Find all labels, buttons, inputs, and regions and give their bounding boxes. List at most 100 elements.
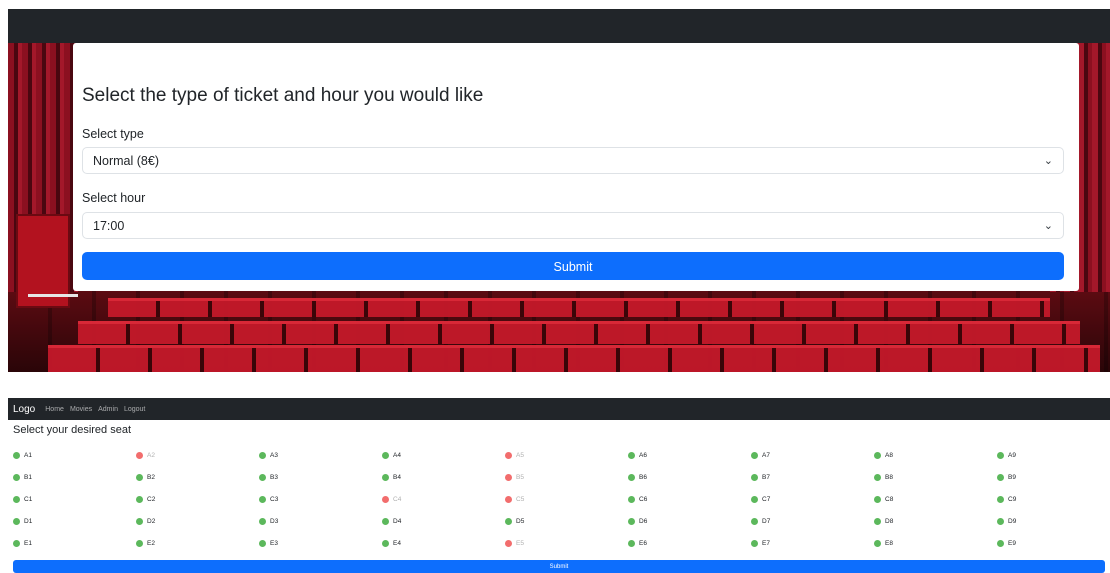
seat-status-dot-icon <box>751 473 758 481</box>
seat-status-dot-icon <box>259 539 266 547</box>
seat-c2[interactable]: C2 <box>136 493 155 505</box>
seat-c7[interactable]: C7 <box>751 493 770 505</box>
seat-label: B1 <box>24 473 32 481</box>
cinema-seat-row <box>48 345 1100 372</box>
seat-label: D7 <box>762 517 771 525</box>
seat-label: B5 <box>516 473 524 481</box>
seat-e3[interactable]: E3 <box>259 537 278 549</box>
seat-label: E2 <box>147 539 155 547</box>
chevron-down-icon: ⌄ <box>1043 220 1053 232</box>
seat-status-dot-icon <box>13 473 20 481</box>
chevron-down-icon: ⌄ <box>1043 155 1053 167</box>
seat-d3[interactable]: D3 <box>259 515 278 527</box>
seat-a4[interactable]: A4 <box>382 449 401 461</box>
seat-c8[interactable]: C8 <box>874 493 893 505</box>
seat-a3[interactable]: A3 <box>259 449 278 461</box>
seat-b8[interactable]: B8 <box>874 471 893 483</box>
nav-link-movies[interactable]: Movies <box>70 406 92 413</box>
seat-status-dot-icon <box>505 473 512 481</box>
seat-d8[interactable]: D8 <box>874 515 893 527</box>
seat-status-dot-icon <box>505 495 512 503</box>
seat-c6[interactable]: C6 <box>628 493 647 505</box>
seat-label: A7 <box>762 451 770 459</box>
seat-status-dot-icon <box>259 517 266 525</box>
seat-b6[interactable]: B6 <box>628 471 647 483</box>
seat-selection-title: Select your desired seat <box>13 424 132 436</box>
seat-e6[interactable]: E6 <box>628 537 647 549</box>
seat-b3[interactable]: B3 <box>259 471 278 483</box>
nav-link-logout[interactable]: Logout <box>124 406 145 413</box>
nav-link-home[interactable]: Home <box>45 406 64 413</box>
seat-label: A3 <box>270 451 278 459</box>
ticket-type-select[interactable]: Normal (8€) ⌄ <box>82 147 1064 174</box>
seat-label: E4 <box>393 539 401 547</box>
seat-e2[interactable]: E2 <box>136 537 155 549</box>
seat-label: A5 <box>516 451 524 459</box>
seat-a6[interactable]: A6 <box>628 449 647 461</box>
seat-c1[interactable]: C1 <box>13 493 32 505</box>
seat-e8[interactable]: E8 <box>874 537 893 549</box>
hour-select[interactable]: 17:00 ⌄ <box>82 212 1064 239</box>
seat-b1[interactable]: B1 <box>13 471 32 483</box>
seat-d7[interactable]: D7 <box>751 515 770 527</box>
seat-label: C3 <box>270 495 279 503</box>
seat-label: D2 <box>147 517 156 525</box>
seat-label: C7 <box>762 495 771 503</box>
seat-label: B4 <box>393 473 401 481</box>
seat-d5[interactable]: D5 <box>505 515 524 527</box>
seat-status-dot-icon <box>628 495 635 503</box>
seat-status-dot-icon <box>997 517 1004 525</box>
seat-e1[interactable]: E1 <box>13 537 32 549</box>
seat-status-dot-icon <box>628 473 635 481</box>
hour-value: 17:00 <box>93 219 125 233</box>
seat-d4[interactable]: D4 <box>382 515 401 527</box>
nav-link-admin[interactable]: Admin <box>98 406 118 413</box>
seat-d2[interactable]: D2 <box>136 515 155 527</box>
seat-label: B6 <box>639 473 647 481</box>
seat-e5: E5 <box>505 537 524 549</box>
seat-label: D3 <box>270 517 279 525</box>
seat-label: B2 <box>147 473 155 481</box>
ticket-submit-button[interactable]: Submit <box>82 252 1064 280</box>
seat-b7[interactable]: B7 <box>751 471 770 483</box>
seat-status-dot-icon <box>628 517 635 525</box>
seat-label: B9 <box>1008 473 1016 481</box>
seat-row: D1 D2 D3 D4 D5 D6 D7 D8 D9 <box>13 515 1110 537</box>
seat-a8[interactable]: A8 <box>874 449 893 461</box>
seat-b5: B5 <box>505 471 524 483</box>
seat-label: B8 <box>885 473 893 481</box>
seat-row: E1 E2 E3 E4 E5 E6 E7 E8 E9 <box>13 537 1110 559</box>
seat-d1[interactable]: D1 <box>13 515 32 527</box>
seat-a9[interactable]: A9 <box>997 449 1016 461</box>
cinema-seat-row <box>108 298 1050 317</box>
seat-a7[interactable]: A7 <box>751 449 770 461</box>
seat-b4[interactable]: B4 <box>382 471 401 483</box>
seat-label: B3 <box>270 473 278 481</box>
seat-submit-button[interactable]: Submit <box>13 560 1105 573</box>
seat-b9[interactable]: B9 <box>997 471 1016 483</box>
seat-status-dot-icon <box>997 451 1004 459</box>
type-label: Select type <box>82 127 144 141</box>
seat-label: D9 <box>1008 517 1017 525</box>
seat-status-dot-icon <box>259 495 266 503</box>
seat-grid: A1 A2 A3 A4 A5 A6 A7 A8 A9 B1 B2 B3 B4 B5 B6 B7 B8 B9 C1 C2… <box>13 449 1110 559</box>
seat-e7[interactable]: E7 <box>751 537 770 549</box>
seat-status-dot-icon <box>382 495 389 503</box>
seat-a1[interactable]: A1 <box>13 449 32 461</box>
seat-label: C5 <box>516 495 525 503</box>
navbar-brand-logo[interactable]: Logo <box>13 404 35 415</box>
seat-c9[interactable]: C9 <box>997 493 1016 505</box>
seat-e9[interactable]: E9 <box>997 537 1016 549</box>
seat-d6[interactable]: D6 <box>628 515 647 527</box>
seat-status-dot-icon <box>505 539 512 547</box>
seat-status-dot-icon <box>874 473 881 481</box>
seat-status-dot-icon <box>628 539 635 547</box>
seat-e4[interactable]: E4 <box>382 537 401 549</box>
seat-status-dot-icon <box>136 473 143 481</box>
seat-b2[interactable]: B2 <box>136 471 155 483</box>
seat-status-dot-icon <box>997 495 1004 503</box>
seat-d9[interactable]: D9 <box>997 515 1016 527</box>
seat-c3[interactable]: C3 <box>259 493 278 505</box>
cinema-seat-rows <box>48 292 1100 372</box>
seat-status-dot-icon <box>13 495 20 503</box>
